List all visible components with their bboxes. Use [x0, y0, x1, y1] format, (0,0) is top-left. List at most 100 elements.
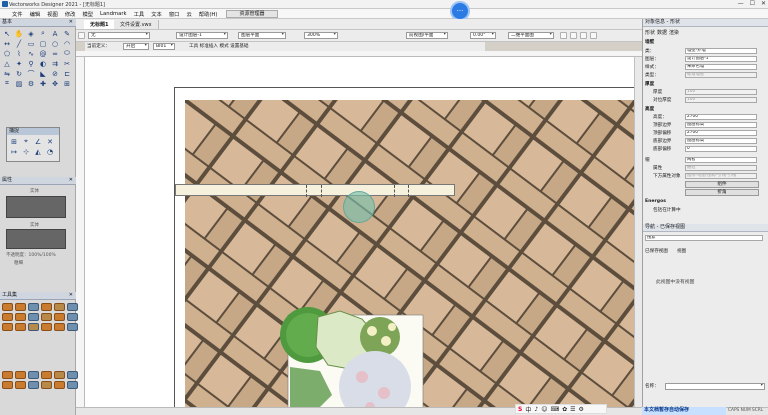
settings-icon[interactable]: ⚙	[579, 406, 584, 413]
resource-manager-button[interactable]: 资源管理器	[226, 10, 278, 18]
bottom-bound-value[interactable]: 图层标高	[685, 138, 757, 144]
tab-file-settings[interactable]: 文件设置.vwx	[114, 20, 159, 29]
trim-tool-icon[interactable]: ✂	[62, 59, 72, 68]
menu-cloud[interactable]: 云	[186, 10, 191, 18]
snap-tangent-icon[interactable]: ◔	[45, 147, 55, 156]
layer-combo[interactable]: 设计图层-1	[176, 32, 228, 39]
snap-distance-icon[interactable]: ↦	[9, 147, 19, 156]
minimize-button[interactable]: —	[738, 0, 744, 7]
thickness-header[interactable]: 厚度	[645, 81, 654, 88]
snap-grid-icon[interactable]: ⊞	[9, 137, 19, 146]
arc-tool-icon[interactable]: ◠	[62, 39, 72, 48]
rotate-tool-icon[interactable]: ↻	[14, 69, 24, 78]
landmark-tool-icon[interactable]	[2, 313, 13, 321]
dimension-tool-icon[interactable]: ↔	[2, 39, 12, 48]
fillet-tool-icon[interactable]: ⌒	[26, 69, 36, 78]
language-icon[interactable]: 中	[525, 405, 531, 414]
top-offset-value[interactable]: 2700	[685, 130, 757, 136]
menu-view[interactable]: 视图	[47, 10, 58, 18]
menu-text[interactable]: 文本	[151, 10, 162, 18]
render-mode-icon[interactable]	[570, 32, 577, 39]
basic-palette-header[interactable]: 基本 ✕	[0, 19, 76, 27]
menu-window[interactable]: 窗口	[169, 10, 180, 18]
polygon-tool-icon[interactable]: ⬠	[2, 49, 12, 58]
zoom-tool-icon[interactable]: ⌕	[38, 29, 48, 38]
landmark-tool-icon[interactable]	[2, 303, 13, 311]
landmark-tool-icon[interactable]	[67, 313, 78, 321]
menu-landmark[interactable]: Landmark	[100, 11, 127, 17]
bottom-offset-value[interactable]: 0	[685, 146, 757, 152]
pan-tool-icon[interactable]: ✋	[14, 29, 24, 38]
fold-button[interactable]: 折角	[685, 189, 759, 196]
snap-object-icon[interactable]: ⌖	[21, 137, 31, 146]
reshape-tool-icon[interactable]: ⌗	[2, 79, 12, 88]
close-button[interactable]: ✕	[761, 0, 766, 7]
landmark-tool-icon[interactable]	[15, 323, 26, 331]
layer-options-icon[interactable]	[580, 32, 587, 39]
toolset-palette-header[interactable]: 工具集 ✕	[0, 292, 76, 300]
landmark-tool-icon[interactable]	[2, 323, 13, 331]
landmark-tool-icon[interactable]	[67, 303, 78, 311]
zoom-combo[interactable]: 300%	[304, 32, 338, 39]
polyline-tool-icon[interactable]: ⌇	[14, 49, 24, 58]
landmark-tool-icon[interactable]	[28, 303, 39, 311]
menu-model[interactable]: 模型	[82, 10, 93, 18]
text-tool-icon[interactable]: A	[50, 29, 60, 38]
class-value[interactable]: 墙壁-外墙	[685, 48, 757, 54]
menu-tools[interactable]: 工具	[134, 10, 145, 18]
saved-views-column[interactable]: 已保存视图	[645, 248, 668, 255]
landmark-tool-icon[interactable]	[67, 323, 78, 331]
toolset-tab-icon[interactable]	[54, 371, 65, 379]
toolset-tab-icon[interactable]	[54, 381, 65, 389]
snap-intersection-icon[interactable]: ✕	[45, 137, 55, 146]
spiral-tool-icon[interactable]: @	[38, 49, 48, 58]
wall-object[interactable]	[175, 184, 455, 197]
tab-render[interactable]: 渲染	[669, 29, 679, 36]
menu-edit[interactable]: 编辑	[30, 10, 41, 18]
plane-combo[interactable]: 开启	[123, 43, 149, 50]
energos-label[interactable]: Energos	[645, 199, 666, 206]
triangle-tool-icon[interactable]: △	[2, 59, 12, 68]
select-tool-icon[interactable]	[78, 32, 85, 39]
group-tool-icon[interactable]: ⊞	[62, 79, 72, 88]
menu-help[interactable]: 帮助(H)	[199, 10, 218, 18]
toolset-tab-icon[interactable]	[28, 371, 39, 379]
emoji-icon[interactable]: ☺	[541, 406, 547, 413]
landmark-tool-icon[interactable]	[41, 313, 52, 321]
toolset-tab-icon[interactable]	[67, 371, 78, 379]
toolset-tab-icon[interactable]	[15, 381, 26, 389]
rounded-rect-tool-icon[interactable]: ▢	[38, 39, 48, 48]
close-icon[interactable]: ✕	[69, 177, 73, 184]
landmark-tool-icon[interactable]	[28, 323, 39, 331]
layer-value[interactable]: 设计图层-1	[685, 56, 757, 62]
view-column[interactable]: 视图	[677, 248, 686, 255]
landmark-tool-icon[interactable]	[41, 303, 52, 311]
clip-tool-icon[interactable]: ▨	[14, 79, 24, 88]
landmark-tool-icon[interactable]	[41, 323, 52, 331]
chamfer-tool-icon[interactable]: ◣	[38, 69, 48, 78]
drawing-canvas[interactable]	[85, 57, 634, 407]
class-combo[interactable]: 无	[88, 32, 150, 39]
landmark-tool-icon[interactable]	[15, 303, 26, 311]
navigation-header[interactable]: 导航 - 已保存视图	[643, 224, 768, 232]
toolset-tab-icon[interactable]	[2, 371, 13, 379]
landmark-tool-icon[interactable]	[54, 313, 65, 321]
pen-swatch[interactable]	[6, 229, 66, 249]
attributes-palette-header[interactable]: 属性 ✕	[0, 177, 76, 185]
sound-icon[interactable]: ♪	[534, 406, 538, 413]
input-method-icon[interactable]: S	[518, 406, 522, 413]
selection-tool-icon[interactable]: ↖	[2, 29, 12, 38]
snapping-palette-title[interactable]: 捕捉	[7, 128, 59, 135]
freehand-tool-icon[interactable]: ∿	[26, 49, 36, 58]
locus-tool-icon[interactable]: ✚	[38, 79, 48, 88]
circle-tool-icon[interactable]: ○	[50, 39, 60, 48]
offset-tool-icon[interactable]: ⇉	[50, 59, 60, 68]
double-line-tool-icon[interactable]: ═	[50, 49, 60, 58]
style-value[interactable]: 未命名墙	[685, 64, 757, 70]
landmark-tool-icon[interactable]	[28, 313, 39, 321]
energos-checkbox[interactable]: 包括在计算中	[653, 207, 681, 214]
callout-tool-icon[interactable]: ✎	[62, 29, 72, 38]
line-tool-icon[interactable]: ╱	[14, 39, 24, 48]
toolset-tab-icon[interactable]	[15, 371, 26, 379]
angle-field[interactable]: 0.00°	[470, 32, 496, 39]
